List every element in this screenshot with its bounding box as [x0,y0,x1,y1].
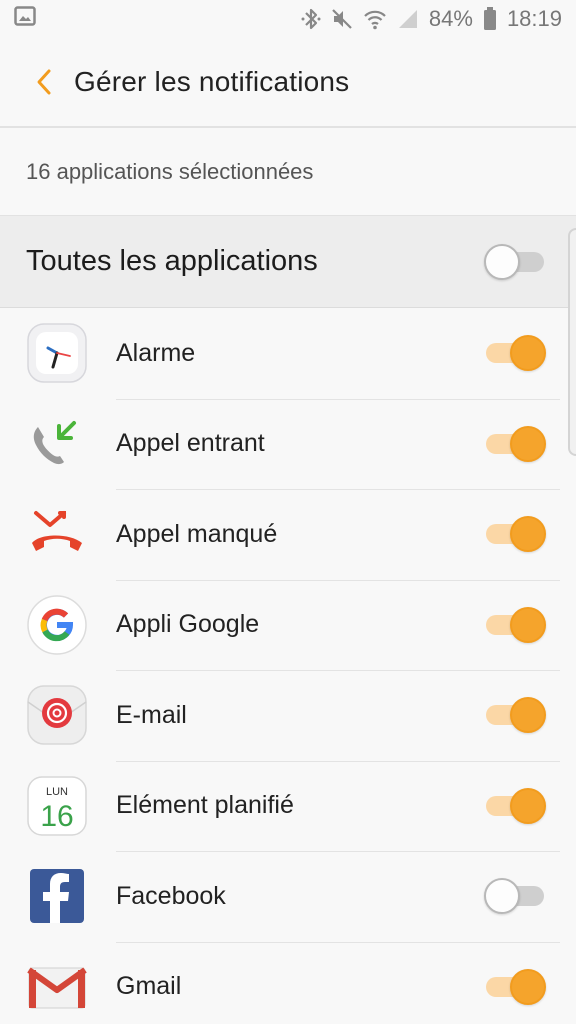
battery-percent: 84% [428,6,473,31]
gmail-icon [26,956,88,1018]
wifi-icon [363,8,387,30]
back-button[interactable] [24,62,64,102]
alarm-clock-icon [26,322,88,384]
toggle-thumb [484,878,520,915]
app-label: Appel manqué [116,519,278,548]
all-apps-label: Toutes les applications [26,245,318,277]
notification-toggle[interactable] [484,424,546,464]
toggle-thumb [510,335,546,372]
list-item-facebook[interactable]: Facebook [0,851,576,942]
app-label: Appli Google [116,610,260,639]
list-item-email[interactable]: E-mail [0,670,576,761]
toggle-thumb [510,968,546,1005]
calendar-date: 16 [40,800,73,833]
notification-toggle[interactable] [484,876,546,916]
list-item-element-planifie[interactable]: LUN 16 Elément planifié [0,760,576,852]
calendar-icon: LUN 16 [26,775,88,837]
notification-toggle[interactable] [484,695,546,735]
app-label: Alarme [116,338,196,367]
incoming-call-icon [26,413,88,475]
edge-panel-handle[interactable] [568,228,576,456]
battery-icon [483,7,497,31]
bluetooth-icon [301,7,321,31]
toggle-thumb [510,606,546,643]
app-label: Gmail [116,972,182,1001]
list-item-appli-google[interactable]: Appli Google [0,579,576,671]
google-icon [26,594,88,656]
app-label: Appel entrant [116,429,265,458]
status-bar: 84% 18:19 [0,0,576,38]
chevron-left-icon [37,69,51,95]
toggle-thumb [510,697,546,734]
facebook-icon [26,865,88,927]
notification-toggle[interactable] [484,967,546,1007]
selected-count: 16 applications sélectionnées [0,128,576,216]
calendar-day: LUN [46,786,68,798]
list-item-alarme[interactable]: Alarme [0,308,576,399]
notification-toggle[interactable] [484,514,546,554]
list-item-appel-entrant[interactable]: Appel entrant [0,398,576,490]
list-item-appel-manque[interactable]: Appel manqué [0,489,576,580]
toggle-thumb [484,243,520,280]
toggle-thumb [510,425,546,462]
signal-icon [397,8,419,30]
page-title: Gérer les notifications [74,66,350,97]
toggle-thumb [510,787,546,824]
app-label: E-mail [116,700,187,729]
app-label: Facebook [116,881,226,910]
missed-call-icon [26,503,88,565]
email-icon [26,684,88,746]
app-label: Elément planifié [116,791,294,820]
app-bar: Gérer les notifications [0,38,576,128]
gallery-icon [14,6,36,32]
mute-icon [331,8,353,30]
notification-toggle[interactable] [484,786,546,826]
app-list: Alarme Appel entrant Appel manqué Appli … [0,308,576,1024]
toggle-thumb [510,516,546,553]
notification-toggle[interactable] [484,333,546,373]
all-apps-row[interactable]: Toutes les applications [0,216,576,308]
clock: 18:19 [506,6,562,31]
list-item-gmail[interactable]: Gmail [0,941,576,1024]
notification-toggle[interactable] [484,605,546,645]
all-apps-toggle[interactable] [484,242,546,282]
